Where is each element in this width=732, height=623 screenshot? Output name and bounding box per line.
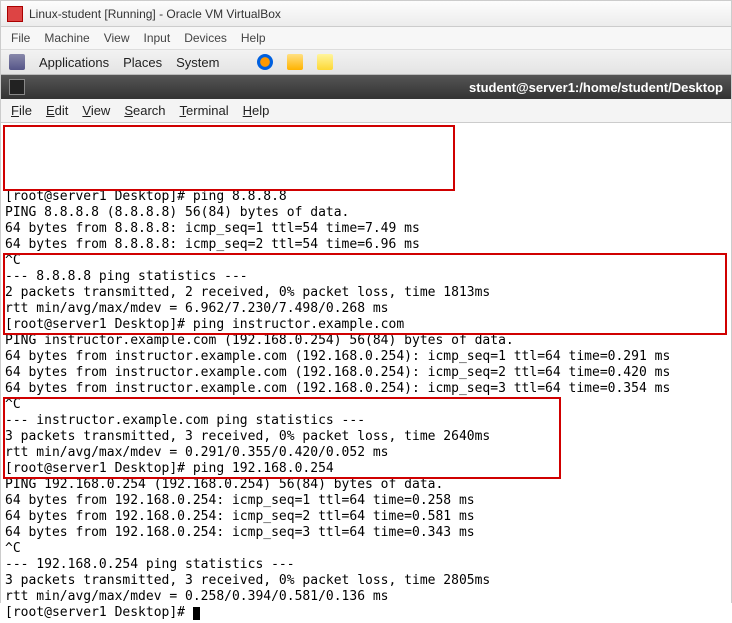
panel-applications[interactable]: Applications <box>39 55 109 70</box>
terminal-title: student@server1:/home/student/Desktop <box>469 80 723 95</box>
vbox-menu-help[interactable]: Help <box>241 31 266 45</box>
terminal-text: [root@server1 Desktop]# ping 8.8.8.8 PIN… <box>5 189 670 620</box>
firefox-icon[interactable] <box>257 54 273 70</box>
terminal-output[interactable]: [root@server1 Desktop]# ping 8.8.8.8 PIN… <box>1 123 731 623</box>
vbox-menu-file[interactable]: File <box>11 31 30 45</box>
terminal-icon <box>9 79 25 95</box>
term-menu-file[interactable]: File <box>11 103 32 118</box>
vbox-titlebar[interactable]: Linux-student [Running] - Oracle VM Virt… <box>1 1 731 27</box>
cursor <box>193 607 200 620</box>
vbox-menu-devices[interactable]: Devices <box>184 31 227 45</box>
gnome-foot-icon[interactable] <box>9 54 25 70</box>
virtualbox-icon <box>7 6 23 22</box>
term-menu-terminal[interactable]: Terminal <box>180 103 229 118</box>
panel-system[interactable]: System <box>176 55 219 70</box>
vbox-menubar: File Machine View Input Devices Help <box>1 27 731 50</box>
panel-places[interactable]: Places <box>123 55 162 70</box>
terminal-titlebar[interactable]: student@server1:/home/student/Desktop <box>1 75 731 99</box>
term-menu-help[interactable]: Help <box>243 103 270 118</box>
terminal-menubar: File Edit View Search Terminal Help <box>1 99 731 123</box>
file-manager-icon[interactable] <box>287 54 303 70</box>
vbox-menu-machine[interactable]: Machine <box>44 31 89 45</box>
vbox-menu-input[interactable]: Input <box>144 31 171 45</box>
vbox-title: Linux-student [Running] - Oracle VM Virt… <box>29 7 281 21</box>
term-menu-edit[interactable]: Edit <box>46 103 68 118</box>
term-menu-search[interactable]: Search <box>124 103 165 118</box>
vbox-menu-view[interactable]: View <box>104 31 130 45</box>
highlight-box-1 <box>3 125 455 191</box>
term-menu-view[interactable]: View <box>82 103 110 118</box>
gnome-panel: Applications Places System <box>1 50 731 75</box>
notes-icon[interactable] <box>317 54 333 70</box>
